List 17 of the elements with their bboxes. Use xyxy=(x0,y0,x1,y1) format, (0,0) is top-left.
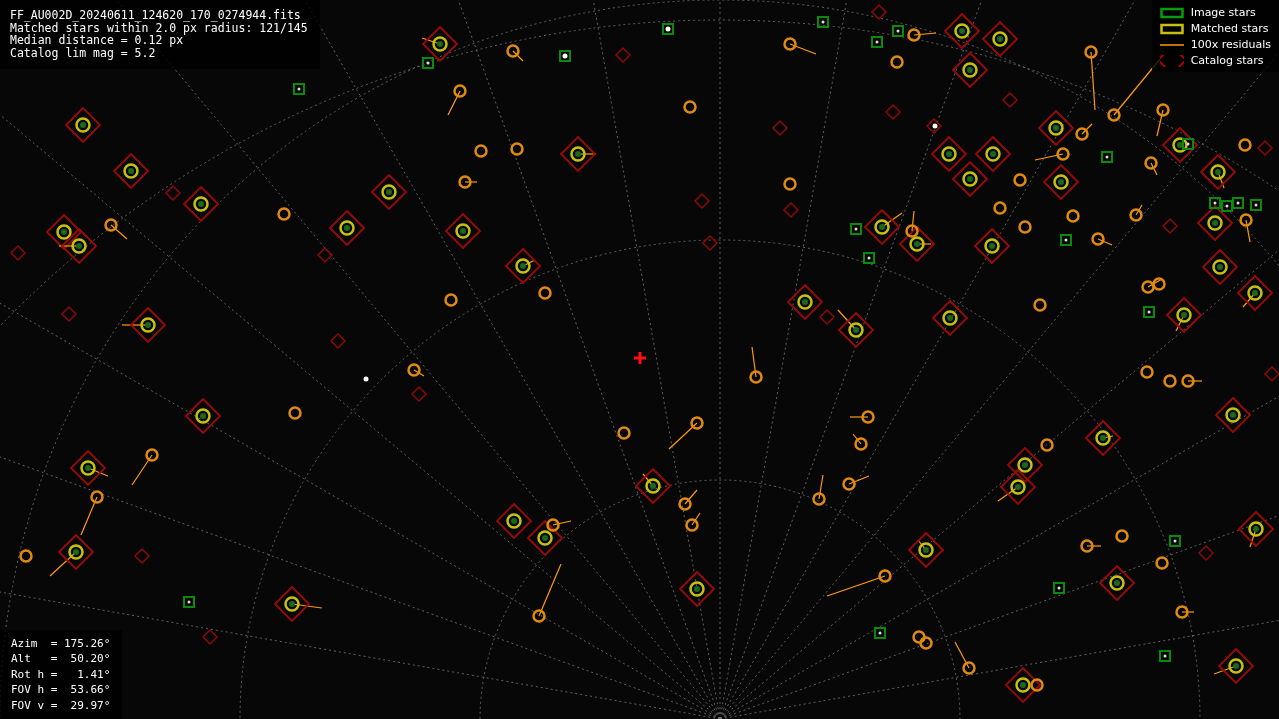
center-cross-icon xyxy=(632,350,648,366)
pointing-text: FOV h = 53.66° xyxy=(11,682,111,698)
pointing-text: Rot h = 1.41° xyxy=(11,666,111,682)
pointing-text: FOV v = 29.97° xyxy=(11,697,111,713)
legend-label: 100x residuals xyxy=(1190,36,1271,53)
matched-star-swatch-icon xyxy=(1159,23,1184,35)
info-text: Median distance = 0.12 px xyxy=(10,34,184,47)
pointing-text: Alt = 50.20° xyxy=(11,651,111,667)
legend-label: Matched stars xyxy=(1190,20,1269,37)
pointing-text: Azim = 175.26° xyxy=(11,635,111,651)
legend-label: Image stars xyxy=(1190,4,1256,21)
info-text: FF_AU002D_20240611_124620_170_0274944.fits xyxy=(10,9,302,22)
image-star-swatch-icon xyxy=(1159,7,1184,19)
legend-label: Catalog stars xyxy=(1190,52,1264,69)
catalog-star-swatch-icon xyxy=(1159,55,1184,67)
info-text: Matched stars within 2.0 px radius: 121/145 xyxy=(10,21,308,34)
info-text: Catalog lim mag = 5.2 xyxy=(10,46,157,59)
